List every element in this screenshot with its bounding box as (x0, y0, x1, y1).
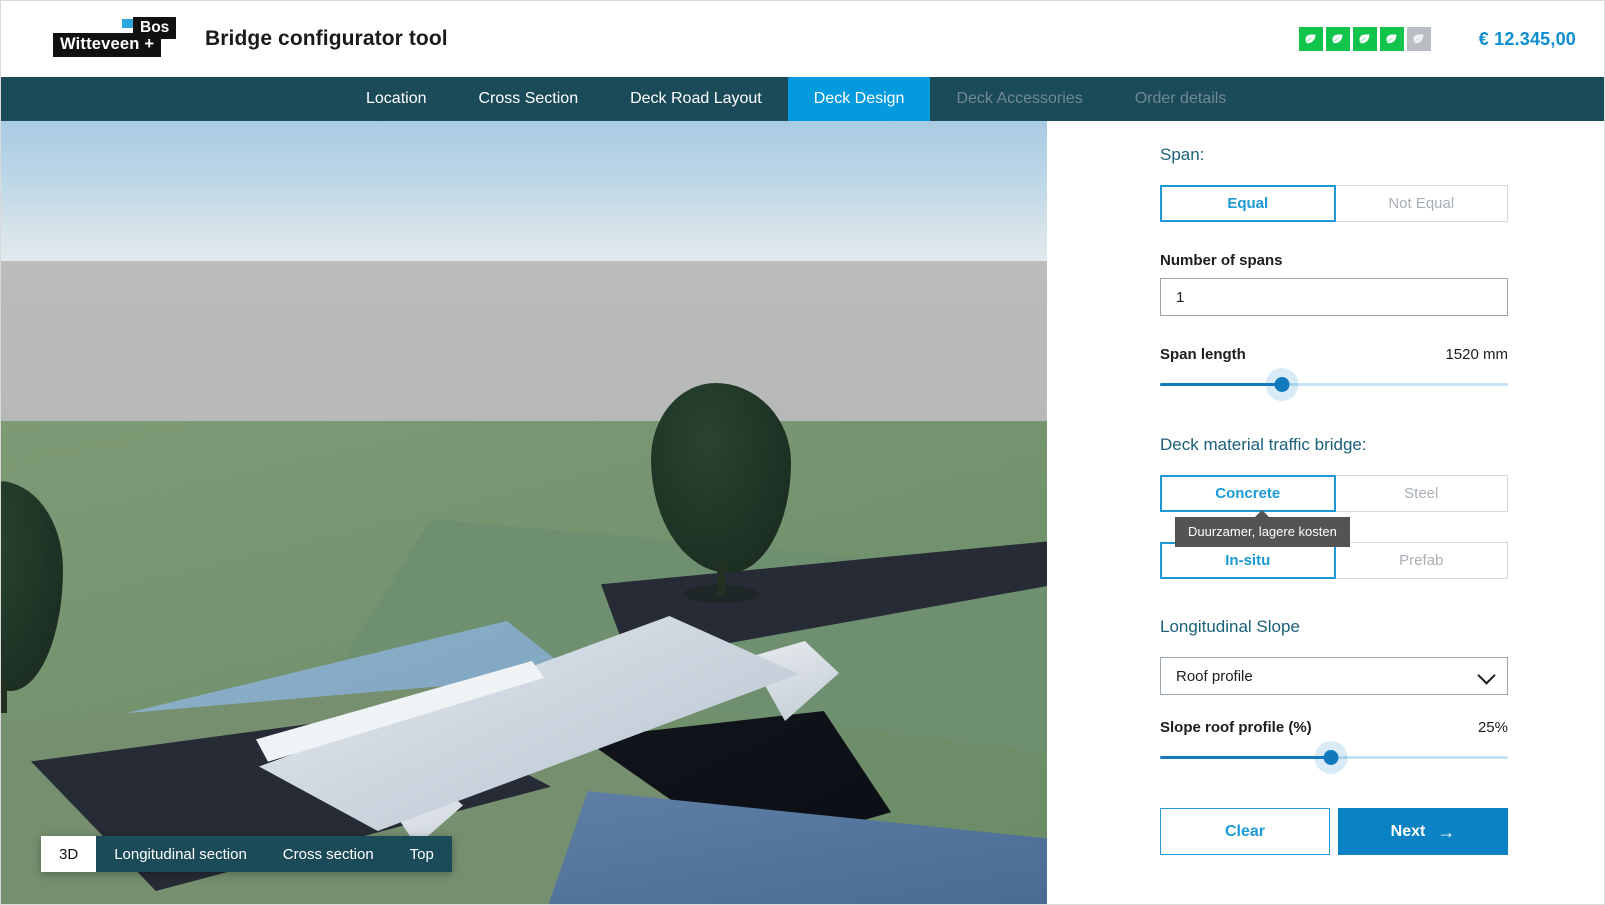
page-title: Bridge configurator tool (205, 27, 448, 50)
view-mode-3d[interactable]: 3D (41, 836, 97, 872)
tab-order-details: Order details (1134, 90, 1227, 107)
next-button[interactable]: Next → (1338, 808, 1508, 855)
app-header: Witteveen + Bos Bridge configurator tool… (1, 1, 1604, 77)
deck-material-option-steel[interactable]: Steel (1334, 475, 1508, 512)
logo-bos-text: Bos (133, 17, 177, 39)
view-mode-longitudinal-section[interactable]: Longitudinal section (96, 836, 265, 872)
tab-deck-accessories: Deck Accessories (956, 90, 1083, 107)
leaf-icon (1379, 27, 1404, 51)
deck-material-toggle: Concrete Steel (1160, 475, 1508, 512)
deck-material-section-label: Deck material traffic bridge: (1160, 435, 1367, 454)
leaf-icon (1352, 27, 1377, 51)
tree-trunk (717, 565, 725, 595)
span-length-slider[interactable] (1160, 371, 1508, 397)
tab-location[interactable]: Location (340, 77, 453, 121)
number-of-spans-label: Number of spans (1160, 252, 1283, 269)
span-length-value: 1520 mm (1445, 346, 1508, 363)
slope-profile-select[interactable]: Roof profile (1160, 657, 1508, 695)
slope-slider-label: Slope roof profile (%) (1160, 719, 1312, 736)
tab-deck-design[interactable]: Deck Design (787, 77, 931, 121)
slope-slider-value: 25% (1477, 719, 1508, 736)
slider-fill (1160, 755, 1331, 759)
deck-method-option-in-situ[interactable]: In-situ (1160, 542, 1336, 579)
deck-method-option-prefab[interactable]: Prefab (1334, 542, 1508, 579)
tab-deck-road-layout[interactable]: Deck Road Layout (604, 77, 788, 121)
leaf-icon (1325, 27, 1350, 51)
eco-rating (1298, 27, 1431, 51)
main-content: 3D Longitudinal section Cross section To… (1, 121, 1604, 904)
tooltip-text: Duurzamer, lagere kosten (1188, 524, 1337, 539)
slider-fill (1160, 382, 1282, 386)
clear-button[interactable]: Clear (1160, 808, 1330, 855)
scene-tree (651, 383, 791, 603)
tree-crown (651, 383, 791, 573)
number-of-spans-input[interactable] (1160, 278, 1508, 316)
chevron-down-icon (1477, 666, 1496, 685)
view-mode-switcher: 3D Longitudinal section Cross section To… (41, 836, 452, 872)
arrow-right-icon: → (1437, 821, 1456, 842)
span-equality-toggle: Equal Not Equal (1160, 185, 1508, 222)
span-option-equal[interactable]: Equal (1160, 185, 1336, 222)
deck-material-tooltip: Duurzamer, lagere kosten (1175, 510, 1350, 547)
deck-method-toggle: In-situ Prefab (1160, 542, 1508, 579)
tree-crown (1, 481, 63, 691)
panel-actions: Clear Next → (1160, 808, 1508, 855)
tree-trunk (1, 683, 7, 713)
step-navigation: Location Cross Section Deck Road Layout … (1, 77, 1604, 121)
slope-profile-value: Roof profile (1176, 667, 1253, 685)
leaf-icon (1298, 27, 1323, 51)
configuration-panel: Span: Equal Not Equal Number of spans Sp… (1047, 121, 1604, 904)
bridge-3d-viewport[interactable]: 3D Longitudinal section Cross section To… (1, 121, 1047, 904)
leaf-icon (1406, 27, 1431, 51)
view-mode-top[interactable]: Top (392, 836, 452, 872)
witteveen-bos-logo: Witteveen + Bos (53, 17, 177, 61)
slope-slider[interactable] (1160, 744, 1508, 770)
scene-tree (1, 481, 63, 713)
slope-section-label: Longitudinal Slope (1160, 617, 1300, 636)
slider-thumb[interactable] (1323, 749, 1339, 765)
deck-material-option-concrete[interactable]: Concrete (1160, 475, 1336, 512)
span-length-label: Span length (1160, 346, 1246, 363)
slope-slider-header: Slope roof profile (%) 25% (1160, 719, 1508, 736)
slider-thumb[interactable] (1274, 376, 1290, 392)
span-section-label: Span: (1160, 145, 1205, 164)
next-button-label: Next (1390, 822, 1426, 840)
view-mode-cross-section[interactable]: Cross section (265, 836, 392, 872)
span-option-not-equal[interactable]: Not Equal (1334, 185, 1508, 222)
tooltip-arrow (1255, 510, 1270, 517)
span-length-header: Span length 1520 mm (1160, 346, 1508, 363)
tab-cross-section[interactable]: Cross Section (453, 77, 605, 121)
total-price: € 12.345,00 (1478, 28, 1576, 49)
app-root: Witteveen + Bos Bridge configurator tool… (0, 0, 1605, 905)
scene-sky (1, 121, 1047, 261)
header-right-group: € 12.345,00 (1298, 27, 1576, 51)
